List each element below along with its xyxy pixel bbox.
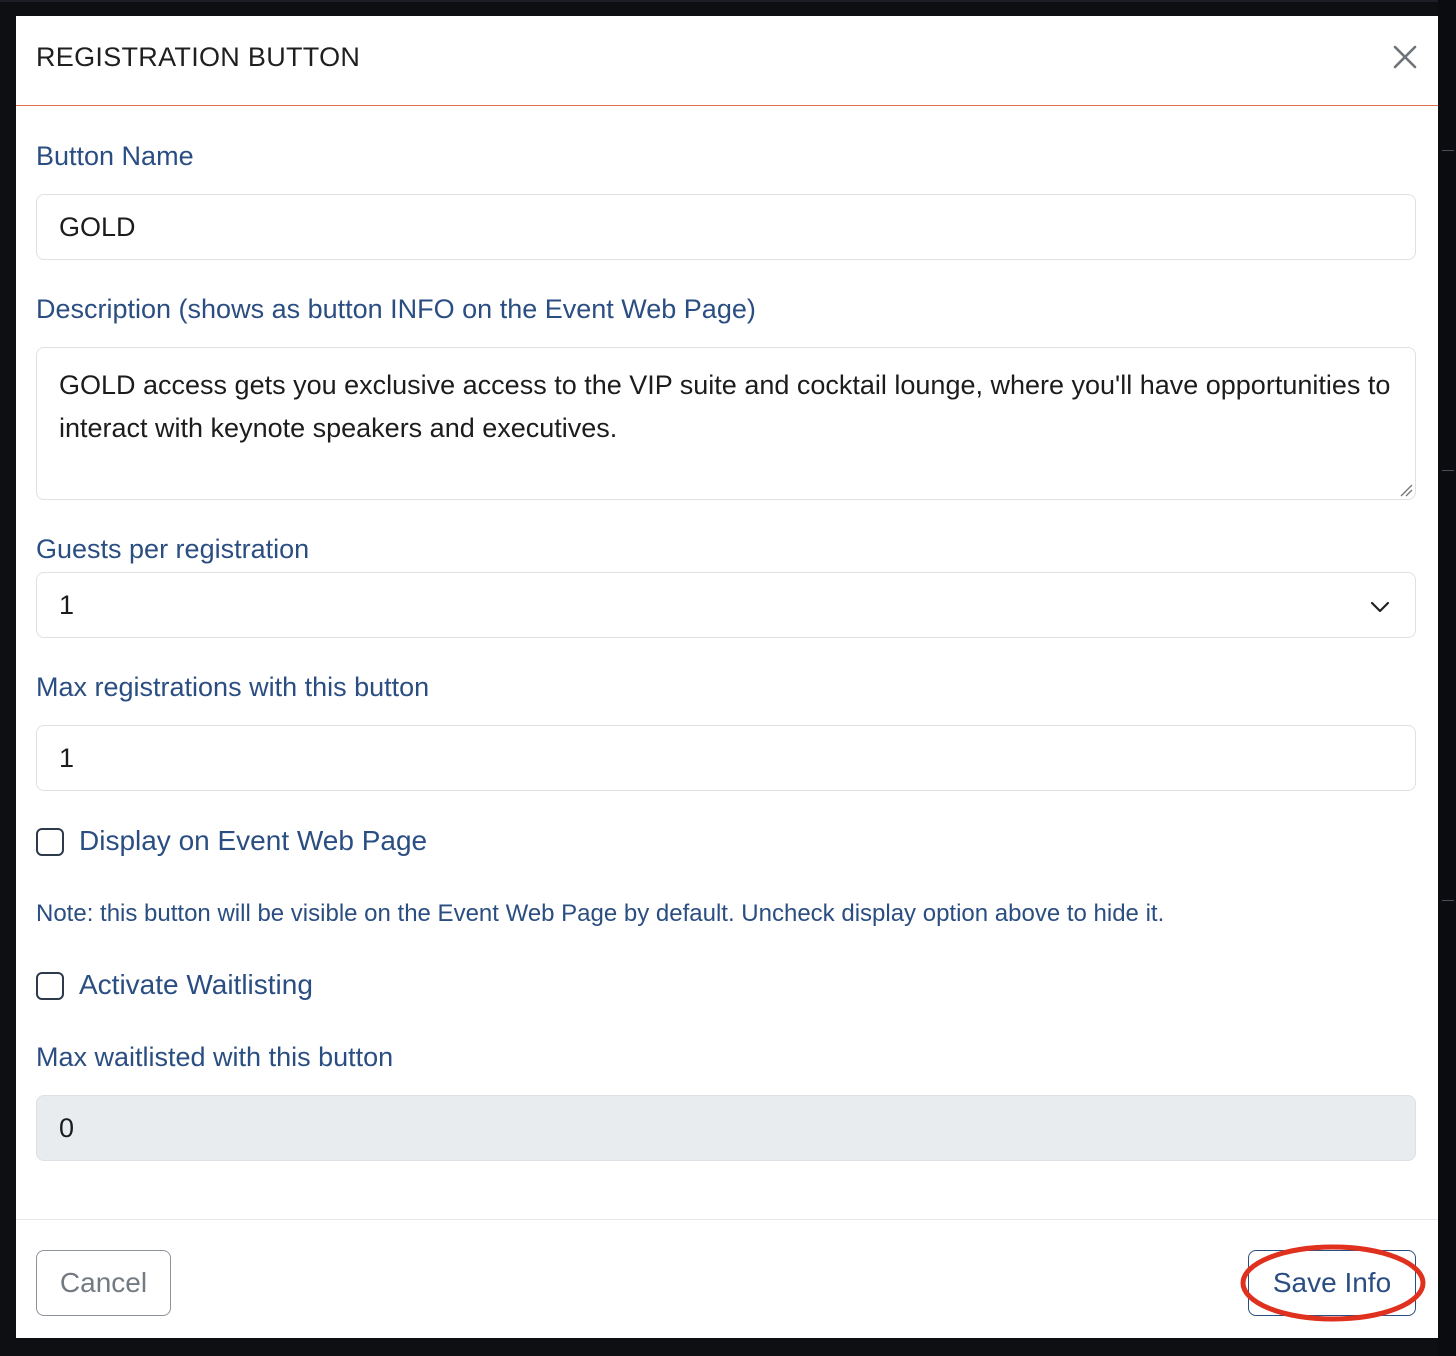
background-right-edge bbox=[1438, 0, 1456, 1356]
guests-per-registration-value: 1 bbox=[59, 590, 75, 620]
button-name-input[interactable] bbox=[36, 194, 1416, 260]
guests-per-registration-label: Guests per registration bbox=[36, 534, 310, 564]
description-textarea[interactable]: GOLD access gets you exclusive access to… bbox=[36, 347, 1416, 500]
chevron-down-icon bbox=[1370, 601, 1390, 613]
background-top-edge bbox=[0, 0, 1456, 2]
max-waitlisted-input bbox=[36, 1095, 1416, 1161]
close-icon bbox=[1393, 45, 1417, 69]
background-tick bbox=[1442, 150, 1454, 151]
visibility-note: Note: this button will be visible on the… bbox=[36, 900, 1165, 927]
modal-header: REGISTRATION BUTTON bbox=[16, 16, 1438, 106]
resize-grip-icon[interactable] bbox=[1399, 483, 1413, 497]
guests-per-registration-select[interactable]: 1 bbox=[36, 572, 1416, 638]
registration-button-modal: REGISTRATION BUTTON Button Name Descript… bbox=[16, 16, 1438, 1338]
max-registrations-label: Max registrations with this button bbox=[36, 672, 430, 702]
background-tick bbox=[1442, 470, 1454, 471]
close-button[interactable] bbox=[1388, 40, 1422, 74]
activate-waitlisting-checkbox[interactable] bbox=[36, 972, 64, 1000]
max-waitlisted-label: Max waitlisted with this button bbox=[36, 1042, 394, 1072]
modal-footer: Cancel Save Info bbox=[16, 1219, 1438, 1338]
max-registrations-input[interactable] bbox=[36, 725, 1416, 791]
activate-waitlisting-label[interactable]: Activate Waitlisting bbox=[79, 969, 313, 1001]
display-on-web-page-checkbox[interactable] bbox=[36, 828, 64, 856]
background-tick bbox=[1442, 900, 1454, 901]
description-label: Description (shows as button INFO on the… bbox=[36, 294, 756, 324]
button-name-label: Button Name bbox=[36, 141, 194, 171]
modal-title: REGISTRATION BUTTON bbox=[36, 42, 361, 72]
save-info-button[interactable]: Save Info bbox=[1248, 1250, 1416, 1316]
display-on-web-page-label[interactable]: Display on Event Web Page bbox=[79, 825, 427, 857]
cancel-button[interactable]: Cancel bbox=[36, 1250, 171, 1316]
